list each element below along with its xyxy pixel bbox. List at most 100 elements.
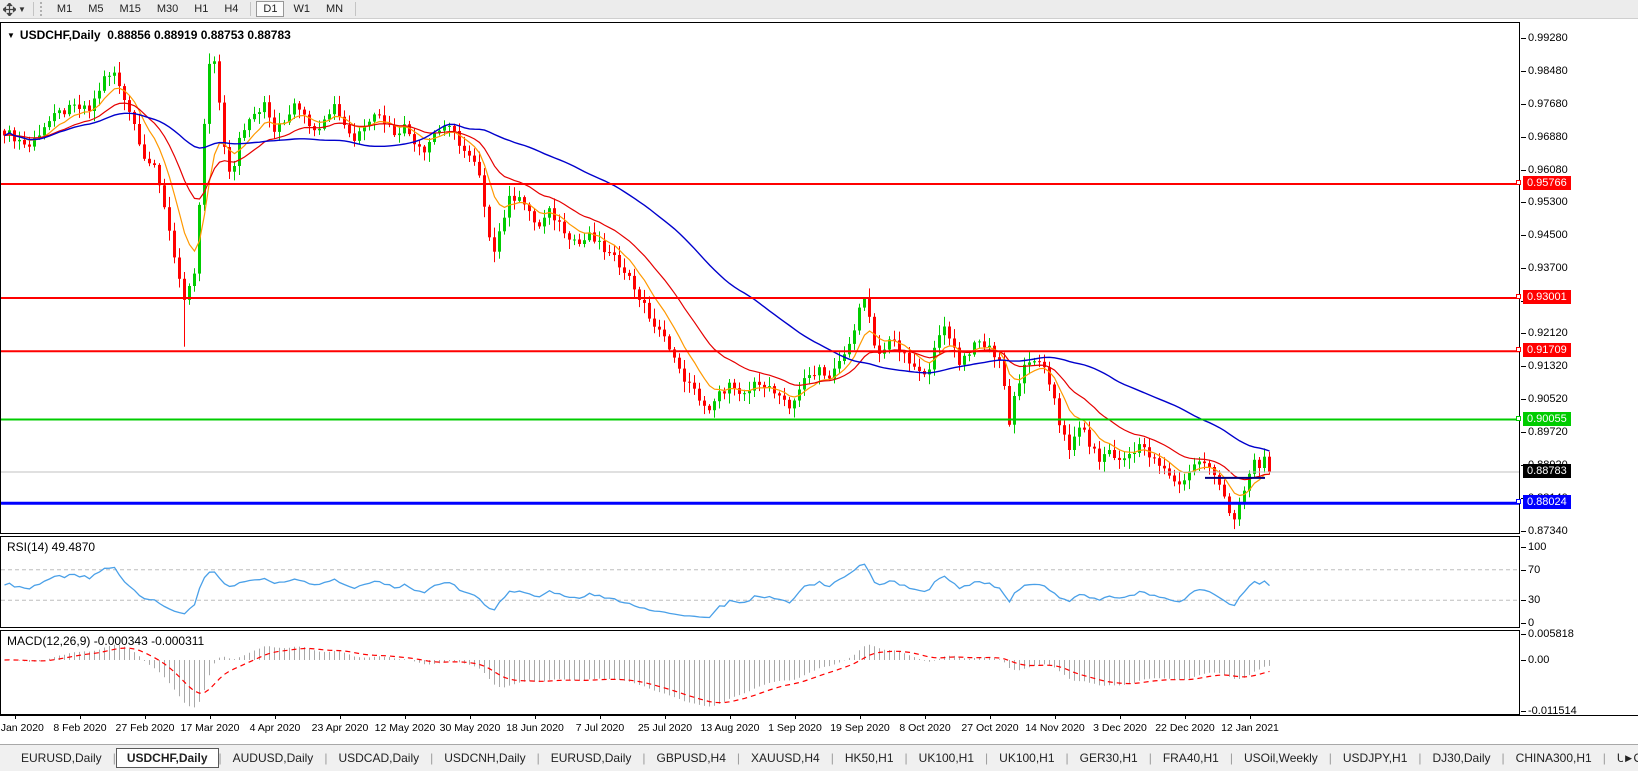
level-marker: [1516, 294, 1521, 299]
date-tick-mark: [1120, 716, 1121, 719]
timeframe-button-d1[interactable]: D1: [256, 1, 284, 17]
tab-uk100-h1[interactable]: UK100,H1: [908, 748, 985, 768]
price-tick: 0.92120: [1528, 327, 1568, 339]
price-tick: 0.96880: [1528, 131, 1568, 143]
date-label: 12 Jan 2021: [1214, 722, 1286, 734]
price-tick: 0.99280: [1528, 32, 1568, 44]
toolbar-separator: [355, 2, 356, 16]
date-tick-mark: [665, 716, 666, 719]
timeframe-button-w1[interactable]: W1: [286, 1, 317, 17]
date-tick-mark: [15, 716, 16, 719]
tab-scroll-right-icon[interactable]: ▶: [1623, 753, 1634, 764]
level-price-label: 0.90055: [1523, 412, 1571, 426]
collapse-triangle-icon[interactable]: ▼: [7, 31, 15, 40]
date-label: 17 Mar 2020: [174, 722, 246, 734]
timeframe-button-m5[interactable]: M5: [81, 1, 110, 17]
rsi-tick: 30: [1528, 594, 1540, 606]
candlestick-chart-surface[interactable]: [1, 23, 1519, 533]
tab-eurusd-daily[interactable]: EURUSD,Daily: [10, 748, 113, 768]
tab-china300-h1[interactable]: CHINA300,H1: [1505, 748, 1603, 768]
date-tick-mark: [925, 716, 926, 719]
date-tick-mark: [275, 716, 276, 719]
toolbar-grip-handle[interactable]: [40, 2, 44, 16]
macd-label: MACD(12,26,9) -0.000343 -0.000311: [7, 634, 204, 648]
date-tick-mark: [405, 716, 406, 719]
tab-gbpusd-h4[interactable]: GBPUSD,H4: [646, 748, 737, 768]
rsi-indicator-pane[interactable]: RSI(14) 49.4870: [0, 536, 1520, 628]
timeframe-button-h1[interactable]: H1: [187, 1, 215, 17]
timeframe-button-mn[interactable]: MN: [319, 1, 350, 17]
date-label: 23 Apr 2020: [304, 722, 376, 734]
date-tick-mark: [340, 716, 341, 719]
tab-ger30-h1[interactable]: GER30,H1: [1069, 748, 1149, 768]
level-price-label: 0.95766: [1523, 176, 1571, 190]
rsi-tick: 100: [1528, 541, 1546, 553]
price-tick: 0.98480: [1528, 65, 1568, 77]
chart-title-symbol: USDCHF,Daily: [20, 28, 101, 42]
timeframe-button-m15[interactable]: M15: [112, 1, 147, 17]
tab-fra40-h1[interactable]: FRA40,H1: [1152, 748, 1230, 768]
tab-usdjpy-h1[interactable]: USDJPY,H1: [1332, 748, 1418, 768]
rsi-chart-surface[interactable]: [1, 537, 1519, 627]
tab-usoil-weekly[interactable]: USOil,Weekly: [1233, 748, 1329, 768]
date-label: 4 Apr 2020: [239, 722, 311, 734]
macd-axis[interactable]: 0.0058180.00-0.011514: [1521, 632, 1638, 742]
date-tick-mark: [535, 716, 536, 719]
date-tick-mark: [795, 716, 796, 719]
level-price-label: 0.93001: [1523, 290, 1571, 304]
tab-eurusd-daily[interactable]: EURUSD,Daily: [540, 748, 643, 768]
date-tick-mark: [1250, 716, 1251, 719]
price-tick: 0.96080: [1528, 164, 1568, 176]
macd-chart-surface[interactable]: [1, 631, 1519, 714]
rsi-tick: 70: [1528, 564, 1540, 576]
date-label: 3 Dec 2020: [1084, 722, 1156, 734]
toolbar-separator: [250, 2, 251, 16]
macd-tick: 0.005818: [1528, 628, 1574, 640]
tab-uk100-h1[interactable]: UK100,H1: [988, 748, 1065, 768]
tab-usdchf-daily[interactable]: USDCHF,Daily: [116, 748, 219, 768]
tab-xauusd-h4[interactable]: XAUUSD,H4: [740, 748, 831, 768]
price-tick: 0.95300: [1528, 196, 1568, 208]
rsi-axis[interactable]: 10070300: [1521, 538, 1638, 628]
tab-dj30-daily[interactable]: DJ30,Daily: [1422, 748, 1502, 768]
date-label: 25 Jul 2020: [629, 722, 701, 734]
crosshair-move-icon[interactable]: [3, 3, 16, 16]
date-label: 18 Jun 2020: [499, 722, 571, 734]
level-marker: [1516, 416, 1521, 421]
price-tick: 0.93700: [1528, 262, 1568, 274]
price-tick: 0.97680: [1528, 98, 1568, 110]
chevron-down-icon[interactable]: ▼: [18, 5, 26, 14]
date-label: 1 Sep 2020: [759, 722, 831, 734]
date-label: 12 May 2020: [369, 722, 441, 734]
price-tick: 0.87340: [1528, 525, 1568, 537]
date-tick-mark: [730, 716, 731, 719]
tab-audusd-daily[interactable]: AUDUSD,Daily: [222, 748, 325, 768]
date-tick-mark: [990, 716, 991, 719]
macd-indicator-pane[interactable]: MACD(12,26,9) -0.000343 -0.000311: [0, 630, 1520, 715]
date-tick-mark: [470, 716, 471, 719]
price-tick: 0.94500: [1528, 229, 1568, 241]
chart-title: ▼USDCHF,Daily 0.88856 0.88919 0.88753 0.…: [7, 28, 291, 42]
timeframe-button-m1[interactable]: M1: [50, 1, 79, 17]
date-tick-mark: [1185, 716, 1186, 719]
price-axis[interactable]: 0.99280 0.98480 0.97680 0.96880 0.96080 0.953…: [1521, 23, 1638, 535]
tab-hk50-h1[interactable]: HK50,H1: [834, 748, 905, 768]
date-tick-mark: [600, 716, 601, 719]
date-label: 13 Aug 2020: [694, 722, 766, 734]
tab-usdcnh-daily[interactable]: USDCNH,Daily: [433, 748, 536, 768]
date-axis[interactable]: 21 Jan 20208 Feb 202027 Feb 202017 Mar 2…: [0, 715, 1638, 744]
date-label: 22 Dec 2020: [1149, 722, 1221, 734]
date-label: 7 Jul 2020: [564, 722, 636, 734]
timeframe-button-m30[interactable]: M30: [150, 1, 185, 17]
level-marker: [1516, 347, 1521, 352]
date-label: 27 Oct 2020: [954, 722, 1026, 734]
price-chart-pane[interactable]: ▼USDCHF,Daily 0.88856 0.88919 0.88753 0.…: [0, 22, 1520, 534]
date-label: 14 Nov 2020: [1019, 722, 1091, 734]
rsi-label: RSI(14) 49.4870: [7, 540, 95, 554]
timeframe-button-h4[interactable]: H4: [217, 1, 245, 17]
macd-tick: -0.011514: [1528, 705, 1577, 717]
price-tick: 0.89720: [1528, 426, 1568, 438]
tab-usdcad-daily[interactable]: USDCAD,Daily: [327, 748, 430, 768]
level-price-label: 0.91709: [1523, 343, 1571, 357]
date-label: 30 May 2020: [434, 722, 506, 734]
